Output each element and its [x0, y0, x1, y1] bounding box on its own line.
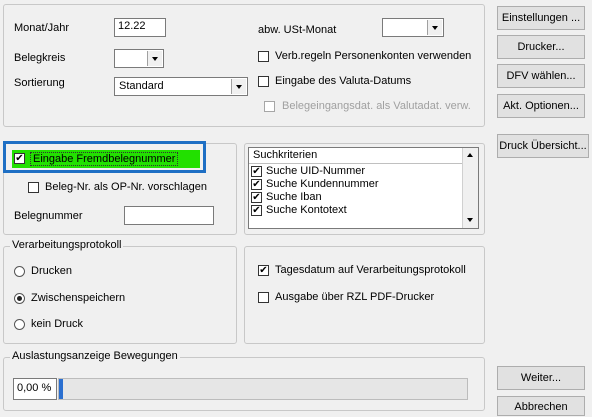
beleg-nr-op-checkbox[interactable] [28, 182, 39, 193]
verb-regeln-checkbox[interactable] [258, 51, 269, 62]
dfv-waehlen-button[interactable]: DFV wählen... [497, 64, 585, 88]
abw-ust-monat-label: abw. USt-Monat [258, 24, 337, 36]
suche-kundennummer-checkbox[interactable] [251, 179, 262, 190]
suche-uid-checkbox[interactable] [251, 166, 262, 177]
scroll-down-icon[interactable] [463, 213, 478, 228]
suchkriterien-list[interactable]: Suchkriterien Suche UID-Nummer Suche Kun… [248, 147, 479, 229]
zwischenspeichern-label: Zwischenspeichern [31, 292, 126, 304]
kein-druck-label: kein Druck [31, 318, 83, 330]
abw-ust-monat-select[interactable] [382, 18, 444, 37]
beleg-nr-op-label: Beleg-Nr. als OP-Nr. vorschlagen [45, 181, 208, 193]
belegeingang-checkbox [264, 101, 275, 112]
chevron-down-icon[interactable] [147, 51, 162, 66]
ausgabe-rzl-checkbox[interactable] [258, 292, 269, 303]
monat-jahr-input[interactable]: 12.22 [114, 18, 166, 37]
suche-iban-label: Suche Iban [266, 191, 322, 203]
verb-regeln-label: Verb.regeln Personenkonten verwenden [275, 50, 472, 62]
ausgabe-rzl-label: Ausgabe über RZL PDF-Drucker [275, 291, 435, 303]
verarbeitungsprotokoll-title: Verarbeitungsprotokoll [10, 239, 124, 251]
chevron-down-icon[interactable] [231, 79, 246, 94]
tagesdatum-checkbox[interactable] [258, 265, 269, 276]
belegeingang-label: Belegeingangsdat. als Valutadat. verw. [282, 100, 471, 112]
suche-kontotext-label: Suche Kontotext [266, 204, 347, 216]
suche-iban-checkbox[interactable] [251, 192, 262, 203]
weiter-button[interactable]: Weiter... [497, 366, 585, 390]
sortierung-value: Standard [119, 80, 164, 92]
monat-jahr-label: Monat/Jahr [14, 22, 70, 34]
eingabe-valuta-label: Eingabe des Valuta-Datums [275, 75, 412, 87]
suche-kundennummer-label: Suche Kundennummer [266, 178, 379, 190]
akt-optionen-button[interactable]: Akt. Optionen... [497, 94, 585, 118]
belegkreis-label: Belegkreis [14, 52, 66, 64]
auslastung-progress [58, 378, 468, 400]
druck-uebersicht-button[interactable]: Druck Übersicht... [497, 134, 589, 158]
sortierung-select[interactable]: Standard [114, 77, 248, 96]
scroll-up-icon[interactable] [463, 148, 478, 163]
suchkriterien-header: Suchkriterien [249, 148, 462, 164]
auslastung-percent: 0,00 % [13, 378, 57, 400]
auslastung-title: Auslastungsanzeige Bewegungen [10, 350, 180, 362]
einstellungen-button[interactable]: Einstellungen ... [497, 6, 585, 30]
suchkriterien-scrollbar[interactable] [462, 148, 478, 228]
belegnummer-input[interactable] [124, 206, 214, 225]
belegnummer-label: Belegnummer [14, 210, 83, 222]
zwischenspeichern-radio[interactable] [14, 293, 25, 304]
auslastung-progress-fill [59, 379, 63, 399]
chevron-down-icon[interactable] [427, 20, 442, 35]
kein-druck-radio[interactable] [14, 319, 25, 330]
tagesdatum-label: Tagesdatum auf Verarbeitungsprotokoll [275, 264, 466, 276]
abbrechen-button[interactable]: Abbrechen [497, 396, 585, 416]
eingabe-fremdbelegnummer-option[interactable]: Eingabe Fremdbelegnummer [12, 150, 200, 168]
eingabe-fremdbelegnummer-checkbox[interactable] [14, 153, 25, 164]
eingabe-fremdbelegnummer-label: Eingabe Fremdbelegnummer [30, 152, 179, 166]
drucken-radio[interactable] [14, 266, 25, 277]
drucken-label: Drucken [31, 265, 72, 277]
suche-kontotext-checkbox[interactable] [251, 205, 262, 216]
drucker-button[interactable]: Drucker... [497, 35, 585, 59]
belegkreis-select[interactable] [114, 49, 164, 68]
eingabe-valuta-checkbox[interactable] [258, 76, 269, 87]
sortierung-label: Sortierung [14, 77, 65, 89]
suche-uid-label: Suche UID-Nummer [266, 165, 366, 177]
